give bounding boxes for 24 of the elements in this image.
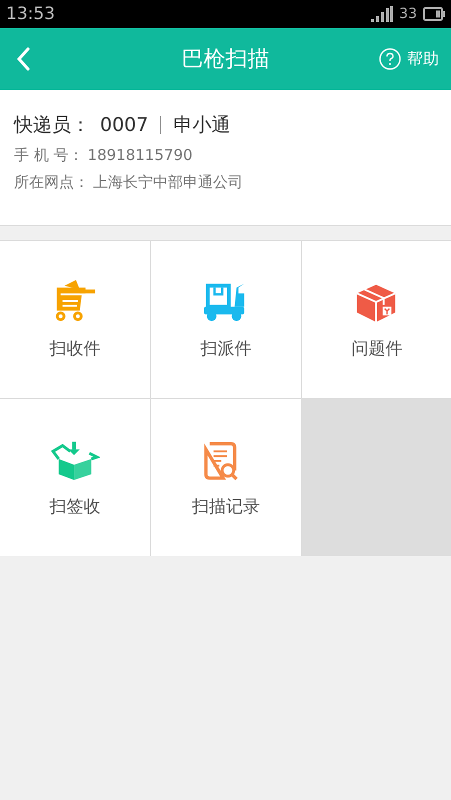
tile-label: 扫描记录 [192,496,260,518]
battery-level: 33 [399,6,417,22]
branch-label: 所在网点： [14,173,89,192]
signal-icon [371,6,394,22]
tile-label: 扫收件 [50,338,100,360]
branch-name: 上海长宁中部申通公司 [93,173,243,192]
phone-label: 手 机 号： [14,146,84,165]
tile-label: 扫派件 [200,338,252,360]
menu-tile[interactable]: 问题件 [302,241,451,398]
menu-tile[interactable]: 扫描记录 [151,399,301,556]
back-icon [16,47,30,71]
battery-icon [423,7,445,21]
phone-number: 18918115790 [88,146,193,165]
courier-label: 快递员： [14,113,90,138]
menu-tile[interactable]: 扫收件 [0,241,150,398]
screen-title: 巴枪扫描 [182,46,270,74]
courier-name: 申小通 [173,113,230,138]
courier-id: 0007 [100,114,148,136]
tile-label: 扫签收 [50,496,100,518]
menu-tile[interactable]: 扫派件 [151,241,301,398]
menu-tile[interactable]: 扫签收 [0,399,150,556]
status-time: 13:53 [6,4,55,24]
help-icon [379,48,401,70]
tile-label: 问题件 [352,338,402,360]
